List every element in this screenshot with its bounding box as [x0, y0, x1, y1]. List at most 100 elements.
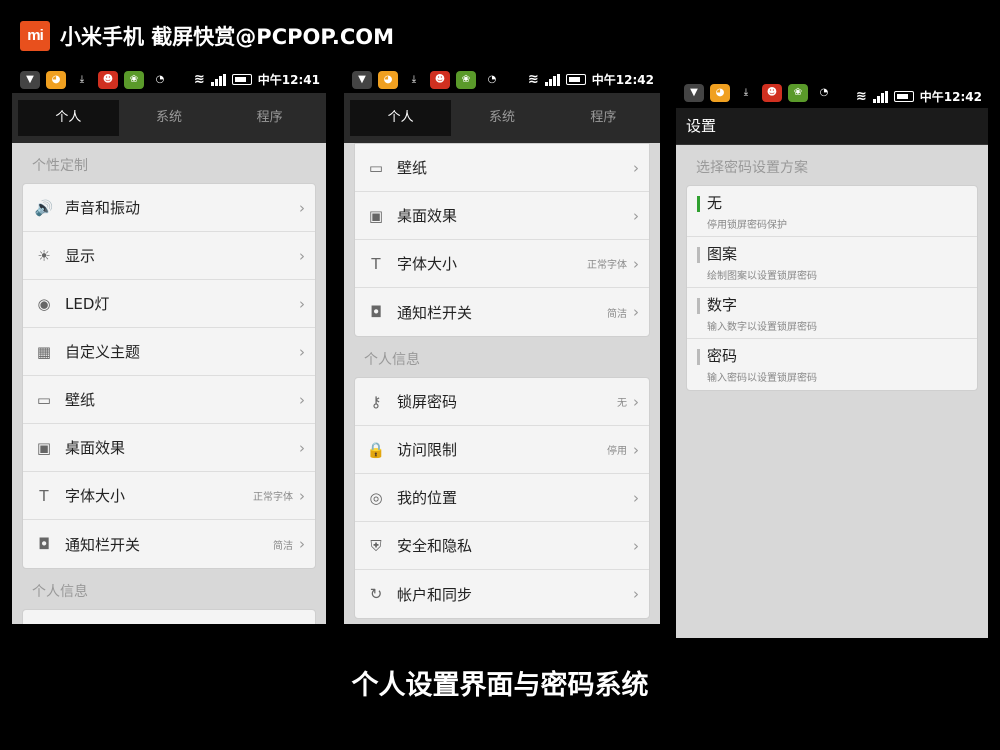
settings-item-notification-bar[interactable]: ◘ 通知栏开关 简洁 › — [355, 288, 649, 336]
password-option-pattern[interactable]: 图案 绘制图案以设置锁屏密码 — [687, 237, 977, 288]
chevron-right-icon: › — [299, 438, 305, 457]
pea-icon: ❀ — [456, 71, 476, 89]
option-title: 无 — [707, 194, 723, 212]
item-label: 壁纸 — [397, 159, 428, 177]
app-notify-icon: ☻ — [98, 71, 118, 89]
item-label: 自定义主题 — [65, 343, 141, 361]
item-label: 壁纸 — [65, 391, 96, 409]
signal-icon — [210, 73, 226, 86]
status-bar: ▼ ◕ ⤓ ☻ ❀ ◔ ≋ 中午12:41 — [12, 67, 326, 93]
option-subtitle: 绘制图案以设置锁屏密码 — [707, 271, 817, 282]
phone-screen-3: ▼ ◕ ⤓ ☻ ❀ ◔ ≋ 中午12:42 设置 选择密码设置方案 无 停用锁屏… — [676, 70, 988, 638]
app-notify-icon: ☻ — [430, 71, 450, 89]
chevron-right-icon: › — [299, 390, 305, 409]
chevron-right-icon: › — [299, 535, 305, 553]
signal-icon — [872, 90, 888, 103]
download-icon: ⤓ — [79, 74, 85, 85]
selected-indicator — [697, 196, 700, 212]
settings-item-security-privacy[interactable]: ⛨ 安全和隐私 › — [355, 522, 649, 570]
lock-icon: 🔒 — [366, 440, 386, 459]
location-icon: ◎ — [369, 488, 383, 507]
sync-icon: ↻ — [369, 585, 383, 603]
pea-icon: ❀ — [788, 84, 808, 102]
settings-item-access-limit[interactable]: 🔒 访问限制 停用 › — [355, 426, 649, 474]
option-subtitle: 输入密码以设置锁屏密码 — [707, 373, 817, 384]
clock: 中午12:41 — [257, 73, 320, 87]
chevron-right-icon: › — [633, 440, 639, 459]
section-header: 个性定制 — [32, 158, 88, 174]
chat-icon: ◔ — [487, 74, 497, 85]
settings-item-font-size[interactable]: T 字体大小 正常字体 › — [23, 472, 315, 520]
item-label: 声音和振动 — [65, 199, 141, 217]
settings-item-accounts-sync[interactable]: ↻ 帐户和同步 › — [355, 570, 649, 618]
item-label: 桌面效果 — [65, 439, 126, 457]
screen-title: 设置 — [676, 108, 988, 145]
tab-personal[interactable]: 个人 — [350, 100, 452, 136]
item-value: 无 — [617, 398, 627, 409]
notification-icon: ◘ — [38, 535, 50, 553]
chevron-right-icon: › — [633, 303, 639, 321]
settings-item-wallpaper[interactable]: ▭ 壁纸 › — [355, 144, 649, 192]
section-header: 选择密码设置方案 — [696, 160, 808, 176]
weibo-icon: ◕ — [46, 71, 66, 89]
settings-item-wallpaper[interactable]: ▭ 壁纸 › — [23, 376, 315, 424]
led-icon: ◉ — [37, 294, 51, 313]
battery-icon — [893, 91, 914, 102]
notification-app-icon: ▼ — [684, 84, 704, 102]
chevron-right-icon: › — [299, 486, 305, 505]
settings-item-notification-bar[interactable]: ◘ 通知栏开关 简洁 › — [23, 520, 315, 568]
chevron-right-icon: › — [633, 158, 639, 177]
option-title: 密码 — [707, 347, 738, 365]
item-label: 锁屏密码 — [397, 393, 458, 411]
page-title: 小米手机 截屏快赏@PCPOP.COM — [60, 25, 395, 49]
settings-item-display[interactable]: ☀ 显示 › — [23, 232, 315, 280]
weibo-icon: ◕ — [378, 71, 398, 89]
download-icon: ⤓ — [411, 74, 417, 85]
password-option-pin[interactable]: 数字 输入数字以设置锁屏密码 — [687, 288, 977, 339]
settings-item-sound[interactable]: 🔊 声音和振动 › — [23, 184, 315, 232]
password-option-password[interactable]: 密码 输入密码以设置锁屏密码 — [687, 339, 977, 390]
item-value: 正常字体 — [253, 492, 293, 503]
chevron-right-icon: › — [633, 254, 639, 273]
weibo-icon: ◕ — [710, 84, 730, 102]
app-notify-icon: ☻ — [762, 84, 782, 102]
shield-icon: ⛨ — [370, 536, 382, 555]
tab-apps[interactable]: 程序 — [553, 100, 654, 136]
item-label: 帐户和同步 — [397, 585, 473, 604]
battery-icon — [231, 74, 252, 85]
settings-list-partial — [22, 609, 316, 624]
settings-item-desktop-effects[interactable]: ▣ 桌面效果 › — [23, 424, 315, 472]
settings-item-lock-password[interactable]: ⚷ 锁屏密码 无 › — [355, 378, 649, 426]
item-label: 我的位置 — [397, 489, 458, 507]
chevron-right-icon: › — [633, 206, 639, 225]
signal-icon — [544, 73, 560, 86]
notification-icon: ◘ — [370, 303, 382, 321]
tab-personal[interactable]: 个人 — [18, 100, 119, 136]
option-indicator — [697, 349, 700, 365]
font-icon: T — [371, 254, 381, 273]
item-label: 桌面效果 — [397, 207, 458, 225]
settings-item-font-size[interactable]: T 字体大小 正常字体 › — [355, 240, 649, 288]
phone-screen-2: ▼ ◕ ⤓ ☻ ❀ ◔ ≋ 中午12:42 个人 系统 程序 ▭ 壁纸 › ▣ … — [344, 67, 660, 624]
settings-item-desktop-effects[interactable]: ▣ 桌面效果 › — [355, 192, 649, 240]
tab-apps[interactable]: 程序 — [219, 100, 320, 136]
item-value: 正常字体 — [587, 260, 627, 271]
section-header: 个人信息 — [32, 584, 88, 600]
tab-system[interactable]: 系统 — [119, 100, 220, 136]
tab-system[interactable]: 系统 — [451, 100, 552, 136]
download-icon: ⤓ — [743, 87, 749, 98]
option-subtitle: 停用锁屏密码保护 — [707, 220, 787, 231]
item-label: 通知栏开关 — [397, 303, 473, 322]
item-value: 停用 — [607, 446, 627, 457]
option-title: 数字 — [707, 296, 738, 314]
option-subtitle: 输入数字以设置锁屏密码 — [707, 322, 817, 333]
password-option-none[interactable]: 无 停用锁屏密码保护 — [687, 186, 977, 237]
wallpaper-icon: ▭ — [36, 390, 52, 409]
settings-item-location[interactable]: ◎ 我的位置 › — [355, 474, 649, 522]
settings-item-led[interactable]: ◉ LED灯 › — [23, 280, 315, 328]
settings-item-theme[interactable]: ▦ 自定义主题 › — [23, 328, 315, 376]
wifi-icon: ≋ — [527, 72, 539, 87]
item-value: 简洁 — [273, 540, 293, 552]
font-icon: T — [39, 486, 49, 505]
chevron-right-icon: › — [299, 246, 305, 265]
